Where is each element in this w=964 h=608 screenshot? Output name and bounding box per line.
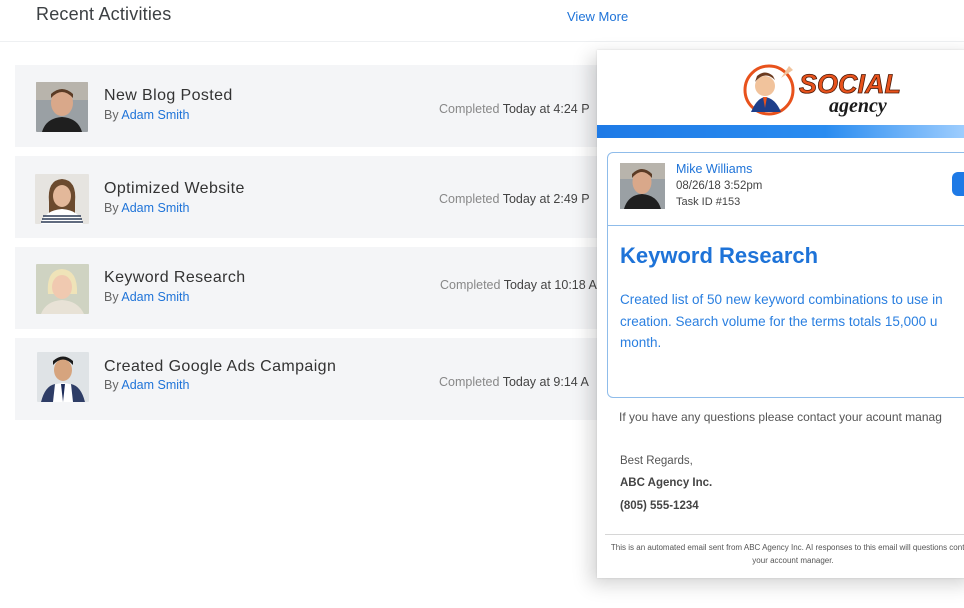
- avatar: [35, 174, 89, 224]
- timestamp: Today at 4:24 P: [502, 102, 590, 116]
- by-label: By: [104, 108, 119, 122]
- activity-title: Keyword Research: [104, 269, 246, 286]
- status-label: Completed: [440, 278, 501, 292]
- by-label: By: [104, 290, 119, 304]
- activity-byline: By Adam Smith: [104, 108, 189, 122]
- activity-byline: By Adam Smith: [104, 378, 189, 392]
- divider: [605, 534, 964, 535]
- avatar: [37, 352, 89, 402]
- social-agency-logo: SOCIAL agency: [743, 60, 943, 118]
- view-more-link[interactable]: View More: [567, 9, 628, 24]
- timestamp: Today at 9:14 A: [502, 375, 589, 389]
- task-date: 08/26/18 3:52pm: [676, 180, 763, 192]
- email-preview: SOCIAL agency Mike Williams 08/26/18 3:5…: [597, 50, 964, 578]
- status-label: Completed: [439, 192, 500, 206]
- status-label: Completed: [439, 375, 500, 389]
- activity-title: Created Google Ads Campaign: [104, 358, 337, 375]
- email-footer: This is an automated email sent from ABC…: [610, 543, 964, 565]
- activity-item[interactable]: Optimized Website By Adam Smith Complete…: [15, 156, 615, 238]
- avatar: [36, 82, 88, 132]
- status-label: Completed: [439, 102, 500, 116]
- task-id: Task ID #153: [676, 196, 741, 208]
- avatar: [36, 264, 89, 314]
- timestamp: Today at 2:49 P: [502, 192, 590, 206]
- activity-item[interactable]: Created Google Ads Campaign By Adam Smit…: [15, 338, 615, 420]
- activity-item[interactable]: Keyword Research By Adam Smith Completed…: [15, 247, 615, 329]
- header-accent-bar: [597, 125, 964, 138]
- by-label: By: [104, 201, 119, 215]
- activity-status: Completed Today at 4:24 P: [439, 102, 590, 116]
- contact-line: If you have any questions please contact…: [619, 410, 942, 424]
- divider: [608, 225, 964, 226]
- task-description: Created list of 50 new keyword combinati…: [620, 292, 943, 350]
- activity-title: New Blog Posted: [104, 87, 233, 104]
- task-card: Mike Williams 08/26/18 3:52pm Task ID #1…: [607, 152, 964, 398]
- author-link[interactable]: Adam Smith: [121, 108, 189, 122]
- activity-byline: By Adam Smith: [104, 201, 189, 215]
- author-link[interactable]: Adam Smith: [121, 378, 189, 392]
- task-title: Keyword Research: [620, 243, 819, 268]
- activity-status: Completed Today at 2:49 P: [439, 192, 590, 206]
- phone-number: (805) 555-1234: [620, 500, 699, 512]
- agency-name: ABC Agency Inc.: [620, 477, 713, 489]
- timestamp: Today at 10:18 A: [503, 278, 597, 292]
- page-title: Recent Activities: [36, 4, 172, 24]
- author-link[interactable]: Adam Smith: [121, 201, 189, 215]
- avatar: [620, 163, 665, 209]
- activity-status: Completed Today at 10:18 A: [440, 278, 597, 292]
- activity-item[interactable]: New Blog Posted By Adam Smith Completed …: [15, 65, 615, 147]
- by-label: By: [104, 378, 119, 392]
- svg-text:agency: agency: [829, 95, 887, 117]
- recent-activities-header: Recent Activities View More: [0, 0, 964, 42]
- activity-byline: By Adam Smith: [104, 290, 189, 304]
- assignee-name[interactable]: Mike Williams: [676, 162, 752, 176]
- regards: Best Regards,: [620, 455, 693, 467]
- action-button[interactable]: [952, 172, 964, 196]
- activity-status: Completed Today at 9:14 A: [439, 375, 589, 389]
- activity-title: Optimized Website: [104, 180, 245, 197]
- author-link[interactable]: Adam Smith: [121, 290, 189, 304]
